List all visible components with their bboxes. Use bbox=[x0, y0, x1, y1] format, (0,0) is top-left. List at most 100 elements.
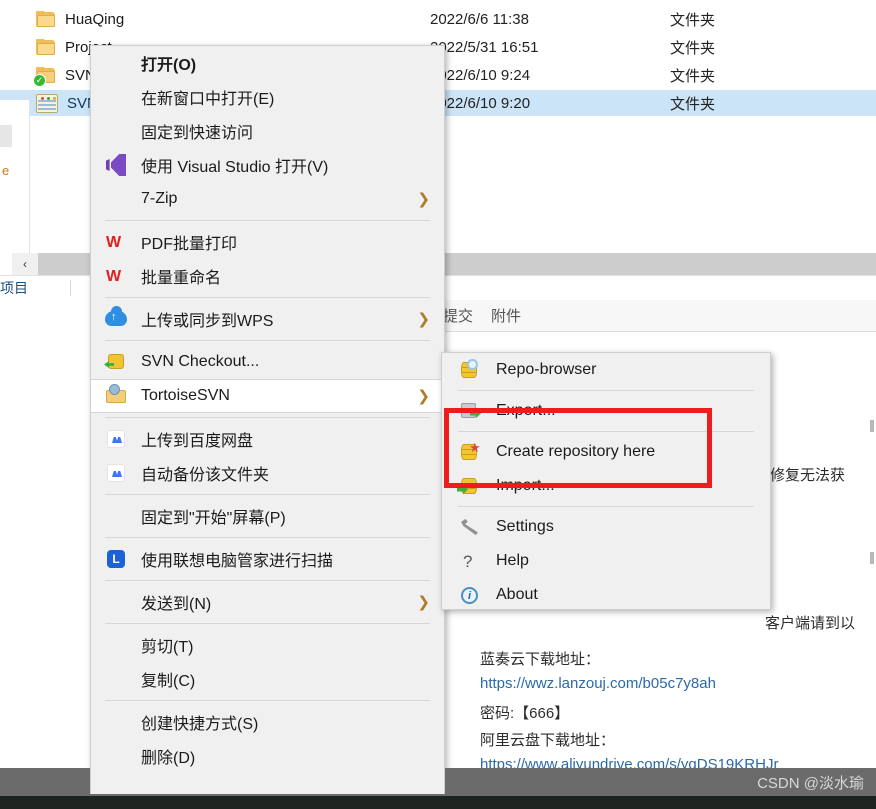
scroll-marker bbox=[870, 420, 874, 432]
menu-separator bbox=[105, 297, 430, 298]
menu-item-upload-baidu-netdisk[interactable]: 上传到百度网盘 bbox=[91, 422, 444, 456]
taskbar bbox=[0, 796, 876, 809]
menu-separator bbox=[105, 623, 430, 624]
export-icon bbox=[458, 400, 482, 422]
menu-item-tortoisesvn[interactable]: TortoiseSVN ❯ bbox=[91, 379, 444, 413]
file-date: 2022/6/10 9:24 bbox=[430, 66, 531, 84]
menu-item-open-new-window[interactable]: 在新窗口中打开(E) bbox=[91, 80, 444, 114]
watermark-text: CSDN @淡水瑜 bbox=[757, 774, 864, 792]
wps-icon: W bbox=[106, 234, 121, 251]
svn-checkout-icon bbox=[105, 351, 127, 373]
page-text-line: 阿里云盘下载地址： bbox=[480, 732, 616, 749]
menu-separator bbox=[105, 537, 430, 538]
submenu-item-label: About bbox=[496, 586, 538, 603]
menu-item-label: 固定到快速访问 bbox=[141, 125, 254, 142]
menu-item-pin-to-start[interactable]: 固定到"开始"屏幕(P) bbox=[91, 499, 444, 533]
submenu-item-repo-browser[interactable]: Repo-browser bbox=[442, 353, 770, 387]
scroll-marker bbox=[870, 552, 874, 564]
menu-item-pin-quick-access[interactable]: 固定到快速访问 bbox=[91, 114, 444, 148]
tab-commits[interactable]: 提交 bbox=[443, 305, 473, 326]
status-item-count: 项目 bbox=[0, 280, 28, 296]
download-link-lanzou[interactable]: https://wwz.lanzouj.com/b05c7y8ah bbox=[480, 675, 716, 692]
folder-checked-icon: ✓ bbox=[33, 66, 56, 87]
menu-item-label: 使用 Visual Studio 打开(V) bbox=[141, 159, 329, 176]
submenu-item-label: Help bbox=[496, 552, 529, 569]
menu-item-open-visual-studio[interactable]: 使用 Visual Studio 打开(V) bbox=[91, 148, 444, 182]
drive-letter-label: e bbox=[2, 163, 10, 178]
menu-item-copy[interactable]: 复制(C) bbox=[91, 662, 444, 696]
create-repository-icon: ★ bbox=[458, 440, 482, 463]
file-type: 文件夹 bbox=[670, 11, 716, 29]
baidu-netdisk-icon bbox=[105, 428, 127, 450]
submenu-item-help[interactable]: ? Help bbox=[442, 544, 770, 578]
context-menu[interactable]: 打开(O) 在新窗口中打开(E) 固定到快速访问 使用 Visual Studi… bbox=[90, 45, 445, 801]
chevron-right-icon: ❯ bbox=[417, 191, 430, 208]
submenu-item-label: Export... bbox=[496, 402, 556, 419]
import-icon bbox=[457, 475, 482, 497]
submenu-item-about[interactable]: i About bbox=[442, 578, 770, 612]
menu-item-label: 发送到(N) bbox=[141, 596, 212, 613]
file-type: 文件夹 bbox=[670, 67, 716, 85]
menu-item-7zip[interactable]: 7-Zip ❯ bbox=[91, 182, 444, 216]
scroll-left-button[interactable]: ‹ bbox=[12, 253, 38, 275]
baidu-netdisk-icon bbox=[105, 462, 127, 484]
wrench-icon bbox=[458, 516, 482, 538]
menu-item-batch-rename[interactable]: W 批量重命名 bbox=[91, 259, 444, 293]
submenu-separator bbox=[458, 506, 754, 507]
menu-item-label: 批量重命名 bbox=[141, 270, 222, 287]
menu-item-auto-backup-folder[interactable]: 自动备份该文件夹 bbox=[91, 456, 444, 490]
tortoisesvn-submenu[interactable]: Repo-browser Export... ★ Create reposito… bbox=[441, 352, 771, 610]
file-date: 2022/6/6 11:38 bbox=[430, 10, 529, 28]
submenu-separator bbox=[458, 390, 754, 391]
file-name-cell: HuaQing bbox=[0, 10, 430, 28]
menu-separator bbox=[105, 700, 430, 701]
submenu-item-import[interactable]: Import... bbox=[442, 469, 770, 503]
menu-item-label: 7-Zip bbox=[141, 190, 178, 207]
menu-item-label: SVN Checkout... bbox=[141, 353, 260, 370]
status-divider bbox=[70, 280, 71, 296]
menu-item-open[interactable]: 打开(O) bbox=[91, 46, 444, 80]
tab-attachments[interactable]: 附件 bbox=[491, 305, 521, 326]
submenu-item-create-repository-here[interactable]: ★ Create repository here bbox=[442, 435, 770, 469]
menu-item-create-shortcut[interactable]: 创建快捷方式(S) bbox=[91, 705, 444, 739]
menu-item-label: 创建快捷方式(S) bbox=[141, 716, 259, 733]
file-date: 2022/5/31 16:51 bbox=[430, 38, 539, 56]
menu-item-lenovo-scan[interactable]: L 使用联想电脑管家进行扫描 bbox=[91, 542, 444, 576]
menu-item-label: 固定到"开始"屏幕(P) bbox=[141, 510, 286, 527]
repository-icon bbox=[36, 93, 58, 113]
menu-item-label: 剪切(T) bbox=[141, 639, 194, 656]
table-row[interactable]: HuaQing 2022/6/6 11:38 文件夹 bbox=[0, 6, 876, 32]
context-menu-bottom-edge bbox=[90, 768, 445, 794]
wps-icon: W bbox=[106, 268, 121, 285]
menu-separator bbox=[105, 494, 430, 495]
submenu-item-label: Repo-browser bbox=[496, 361, 597, 378]
menu-item-svn-checkout[interactable]: SVN Checkout... bbox=[91, 345, 444, 379]
menu-item-send-to[interactable]: 发送到(N) ❯ bbox=[91, 585, 444, 619]
submenu-separator bbox=[458, 431, 754, 432]
menu-item-label: 上传或同步到WPS bbox=[141, 313, 274, 330]
menu-item-cut[interactable]: 剪切(T) bbox=[91, 628, 444, 662]
menu-item-label: 使用联想电脑管家进行扫描 bbox=[141, 553, 334, 570]
page-text-line: 客户端请到以 bbox=[765, 615, 856, 632]
menu-item-label: 在新窗口中打开(E) bbox=[141, 91, 275, 108]
lenovo-icon: L bbox=[105, 548, 127, 570]
menu-separator bbox=[105, 417, 430, 418]
menu-item-label: 复制(C) bbox=[141, 673, 196, 690]
page-text-line: 蓝奏云下载地址： bbox=[480, 651, 601, 668]
menu-item-pdf-batch-print[interactable]: W PDF批量打印 bbox=[91, 225, 444, 259]
file-type: 文件夹 bbox=[670, 95, 716, 113]
wps-cloud-icon bbox=[105, 306, 127, 330]
question-mark-icon: ? bbox=[463, 552, 473, 571]
submenu-item-export[interactable]: Export... bbox=[442, 394, 770, 428]
nav-tree-chip bbox=[0, 125, 12, 147]
svn-checkmark-overlay-icon: ✓ bbox=[33, 73, 46, 87]
menu-item-upload-sync-wps[interactable]: 上传或同步到WPS ❯ bbox=[91, 302, 444, 336]
menu-item-label: TortoiseSVN bbox=[141, 387, 230, 404]
submenu-item-label: Create repository here bbox=[496, 443, 656, 460]
file-name: HuaQing bbox=[65, 10, 125, 28]
submenu-item-settings[interactable]: Settings bbox=[442, 510, 770, 544]
chevron-right-icon: ❯ bbox=[417, 388, 430, 405]
submenu-item-label: Import... bbox=[496, 477, 555, 494]
visual-studio-icon bbox=[105, 154, 127, 176]
scrollbar-markers bbox=[870, 420, 874, 684]
